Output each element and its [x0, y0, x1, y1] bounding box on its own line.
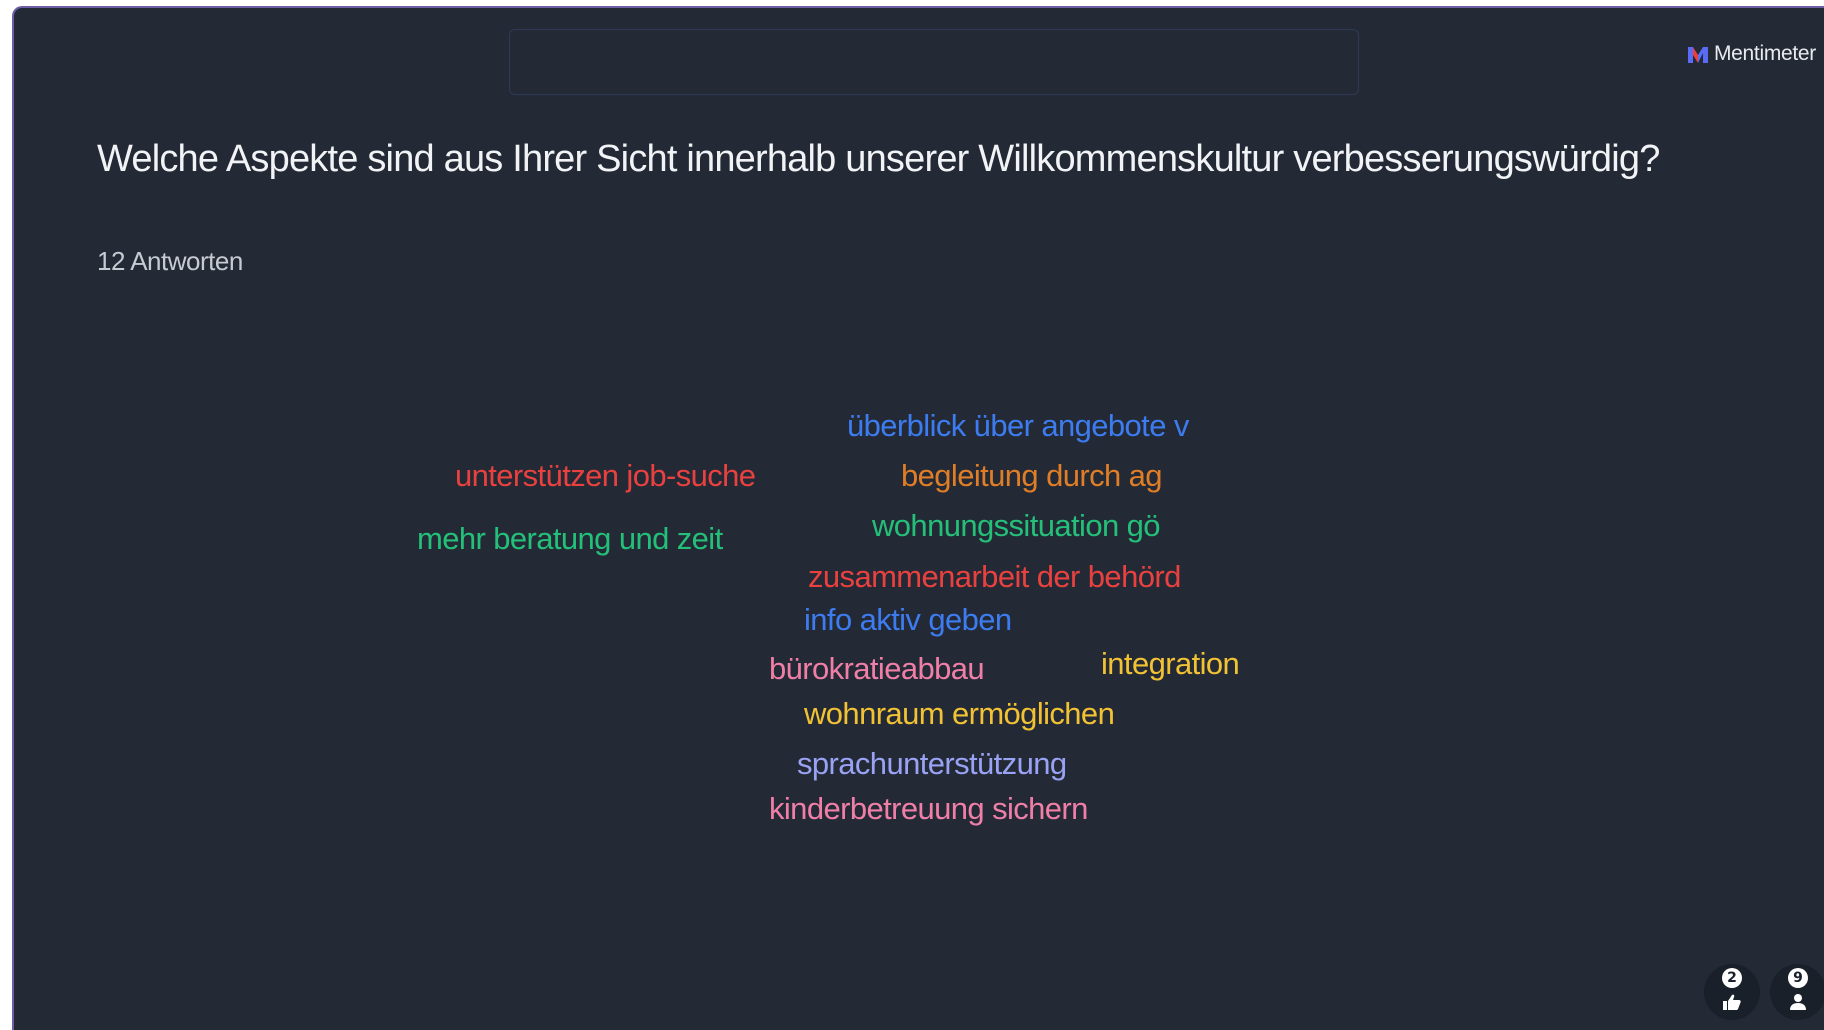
cloud-word: wohnraum ermöglichen	[804, 696, 1115, 731]
slide: Mentimeter Welche Aspekte sind aus Ihrer…	[12, 6, 1824, 1030]
participants-count-badge: 9	[1788, 968, 1808, 988]
thumbs-up-icon	[1723, 994, 1741, 1010]
likes-count-badge: 2	[1722, 968, 1742, 988]
word-cloud: überblick über angebote v unterstützen j…	[14, 8, 1824, 1030]
cloud-word: integration	[1101, 646, 1240, 681]
participants-button[interactable]: 9	[1770, 964, 1824, 1020]
cloud-word: bürokratieabbau	[769, 651, 985, 686]
presentation-frame: Mentimeter Welche Aspekte sind aus Ihrer…	[0, 0, 1824, 1030]
cloud-word: begleitung durch ag	[901, 458, 1163, 493]
cloud-word: zusammenarbeit der behörd	[808, 559, 1181, 594]
cloud-word: info aktiv geben	[804, 602, 1012, 637]
cloud-word: wohnungssituation gö	[872, 508, 1160, 543]
cloud-word: sprachunterstützung	[797, 746, 1067, 781]
cloud-word: unterstützen job-suche	[455, 458, 756, 493]
cloud-word: überblick über angebote v	[847, 408, 1189, 443]
cloud-word: mehr beratung und zeit	[417, 521, 723, 556]
person-icon	[1790, 994, 1806, 1010]
reactions-button[interactable]: 2	[1704, 964, 1760, 1020]
cloud-word: kinderbetreuung sichern	[769, 791, 1088, 826]
